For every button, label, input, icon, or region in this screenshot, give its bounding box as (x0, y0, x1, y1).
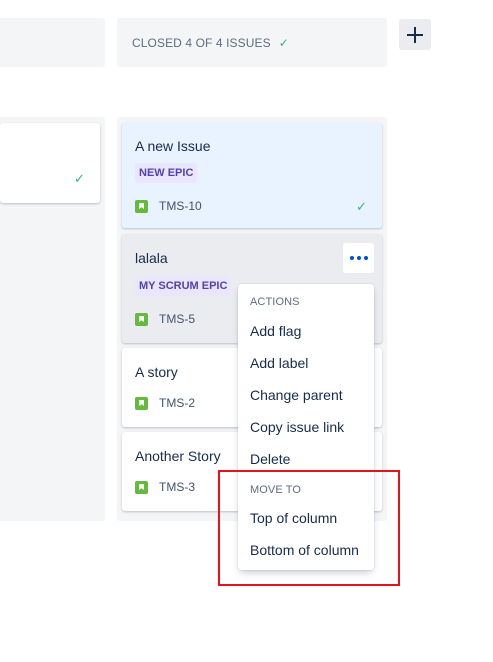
issue-summary: A story (135, 364, 178, 380)
more-icon (363, 256, 368, 260)
story-icon (135, 397, 148, 410)
add-column-button[interactable] (399, 19, 431, 50)
more-actions-button[interactable] (343, 243, 374, 273)
issue-card-partial[interactable]: ✓ (0, 123, 100, 203)
column-header-closed: CLOSED 4 OF 4 ISSUES ✓ (117, 18, 387, 67)
menu-item-add-label[interactable]: Add label (238, 347, 374, 379)
issue-card[interactable]: A new Issue NEW EPIC TMS-10 ✓ (122, 123, 382, 228)
column-header-previous (0, 18, 105, 67)
issue-key[interactable]: TMS-3 (159, 480, 195, 494)
menu-section-heading: ACTIONS (250, 296, 300, 308)
epic-label[interactable]: NEW EPIC (135, 163, 198, 183)
issue-key[interactable]: TMS-5 (159, 312, 195, 326)
issue-key[interactable]: TMS-10 (159, 199, 202, 213)
issue-key[interactable]: TMS-2 (159, 396, 195, 410)
epic-label[interactable]: MY SCRUM EPIC (135, 276, 232, 296)
highlight-box (218, 470, 400, 586)
plus-icon (407, 26, 423, 43)
issue-summary: lalala (135, 250, 168, 266)
column-title: CLOSED 4 OF 4 ISSUES ✓ (132, 36, 289, 50)
menu-item-copy-issue-link[interactable]: Copy issue link (238, 411, 374, 443)
check-icon: ✓ (356, 199, 367, 214)
issue-summary: Another Story (135, 448, 221, 464)
story-icon (135, 200, 148, 213)
more-icon (356, 256, 361, 260)
menu-item-add-flag[interactable]: Add flag (238, 315, 374, 347)
story-icon (135, 313, 148, 326)
issue-summary: A new Issue (135, 138, 211, 154)
menu-item-change-parent[interactable]: Change parent (238, 379, 374, 411)
check-icon: ✓ (278, 36, 289, 50)
column-title-text: CLOSED 4 OF 4 ISSUES (132, 36, 271, 50)
more-icon (349, 256, 354, 260)
column-body-previous: ✓ (0, 117, 105, 521)
story-icon (135, 481, 148, 494)
check-icon: ✓ (74, 171, 85, 186)
